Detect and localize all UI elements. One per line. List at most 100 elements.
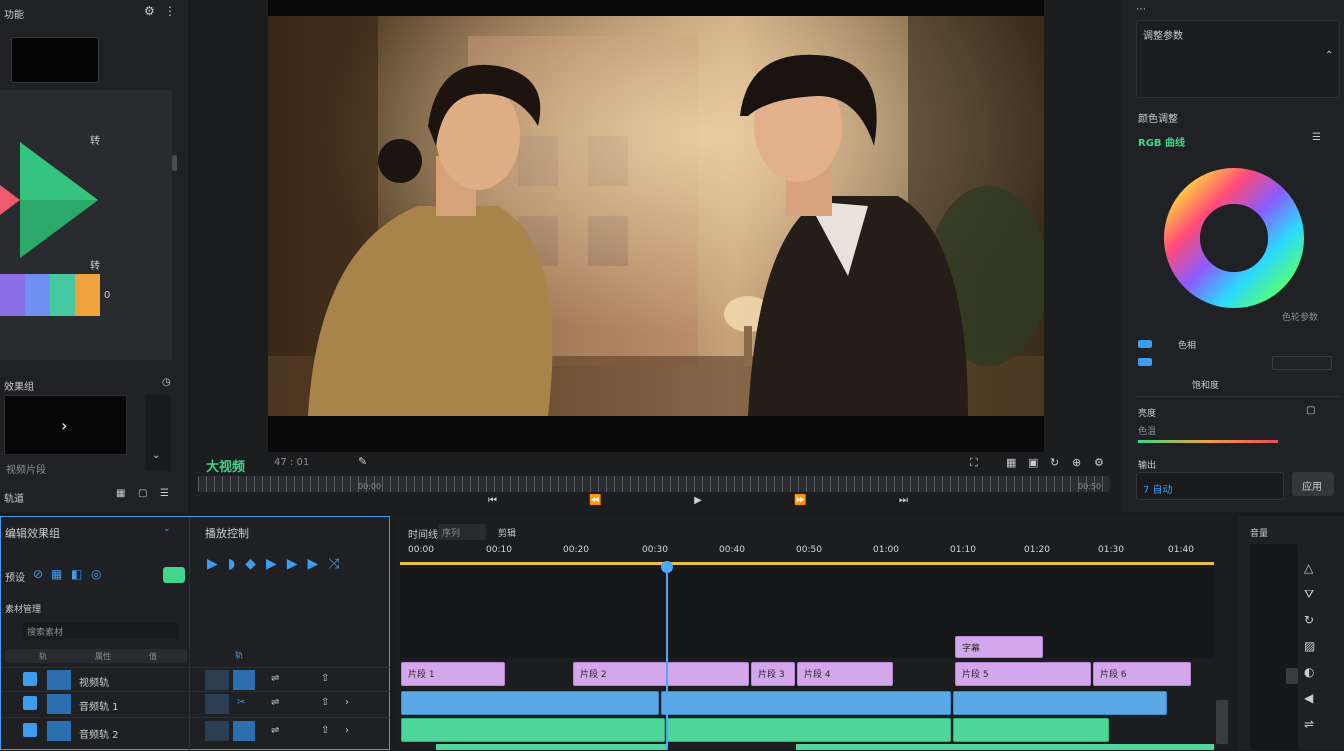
audio-clip[interactable] <box>661 691 951 715</box>
speaker-icon[interactable]: ◀ <box>1304 692 1313 704</box>
video-clip[interactable]: 片段 1 <box>401 662 505 686</box>
menu-icon[interactable]: ☰ <box>160 489 169 499</box>
pin-icon[interactable]: ⇧ <box>321 726 329 736</box>
play-icon[interactable]: ▶ <box>694 496 702 512</box>
settings-icon[interactable]: ⚙ <box>1094 457 1104 468</box>
audio-clip[interactable] <box>953 691 1167 715</box>
triangle-icon[interactable]: △ <box>1304 562 1313 574</box>
dropdown-icon[interactable]: ⌄ <box>163 525 171 534</box>
search-field[interactable]: 搜索素材 <box>23 623 179 639</box>
palette-swatch[interactable] <box>75 274 100 316</box>
timeline-scrollbar[interactable] <box>1216 700 1228 744</box>
link-icon[interactable]: ⇌ <box>1304 718 1314 730</box>
more-icon[interactable]: ⋯ <box>1136 5 1146 15</box>
param-box[interactable]: 调整参数 ⌃ <box>1136 20 1340 98</box>
skip-forward-icon[interactable]: ⏭ <box>899 496 908 512</box>
audio-clip[interactable] <box>401 691 659 715</box>
palette-swatch[interactable] <box>50 274 75 316</box>
apply-button[interactable]: 应用 <box>1292 472 1334 496</box>
value-box[interactable] <box>1272 356 1332 370</box>
loop-icon[interactable]: ↻ <box>1050 457 1059 468</box>
color-palette[interactable] <box>0 274 100 316</box>
shape-icon[interactable]: ◧ <box>71 568 82 580</box>
zoom-icon[interactable]: ⊕ <box>1072 457 1081 468</box>
play-icon[interactable]: ▶ <box>207 557 218 575</box>
grid-icon[interactable]: ▦ <box>51 568 62 580</box>
sequence-tab-box[interactable]: 序列 <box>438 524 486 540</box>
music-clip-lower[interactable] <box>436 744 666 750</box>
shuffle-icon[interactable]: ⤨ <box>328 557 339 575</box>
music-clip[interactable] <box>401 718 665 742</box>
timecode[interactable]: 47 : 01 <box>274 457 309 468</box>
green-toggle[interactable] <box>163 567 185 583</box>
volume-slider-knob[interactable] <box>1286 668 1298 684</box>
cut-icon[interactable]: ✂ <box>237 698 245 708</box>
video-clip[interactable]: 片段 3 <box>751 662 795 686</box>
track-row[interactable]: 音频轨 2 ⇌ ⇧ › <box>1 717 391 745</box>
fullscreen-icon[interactable]: ⛶ <box>970 457 978 468</box>
color-wheel[interactable] <box>1162 166 1306 310</box>
playhead-handle[interactable] <box>661 561 673 573</box>
circle-icon[interactable]: ◎ <box>91 568 101 580</box>
pin-icon[interactable]: ⇧ <box>321 698 329 708</box>
temp-slider[interactable] <box>1138 440 1278 443</box>
chevron-right-icon[interactable]: › <box>345 698 349 708</box>
clip-tab[interactable]: 剪辑 <box>498 526 516 539</box>
crop-icon[interactable]: ▣ <box>1028 457 1038 468</box>
grid-view-icon[interactable]: ▦ <box>1006 457 1016 468</box>
clock-icon[interactable]: ◷ <box>162 378 171 388</box>
lock-icon[interactable]: ▢ <box>138 489 147 499</box>
blue-toggle[interactable] <box>1138 340 1152 348</box>
title-clip[interactable]: 字幕 <box>955 636 1043 658</box>
link-icon[interactable]: ⊘ <box>33 568 43 580</box>
scrub-bar[interactable] <box>198 476 1110 492</box>
track-thumb <box>205 721 229 741</box>
music-clip[interactable] <box>953 718 1109 742</box>
timeline-ruler[interactable] <box>400 562 1214 565</box>
pin-icon[interactable]: ⇧ <box>321 674 329 684</box>
forward-icon[interactable]: ⏩ <box>794 496 806 512</box>
jump-icon[interactable]: ◆ <box>245 557 256 575</box>
image-icon[interactable]: ▨ <box>1304 640 1315 652</box>
chevron-right-icon[interactable]: › <box>345 726 349 736</box>
video-clip[interactable]: 片段 4 <box>797 662 893 686</box>
lock-icon[interactable]: ▢ <box>1306 406 1315 416</box>
settings-icon[interactable]: ⚙ <box>144 5 155 17</box>
menu-icon[interactable]: ☰ <box>1312 133 1321 143</box>
output-field[interactable]: 7 自动 <box>1136 472 1284 500</box>
palette-swatch[interactable] <box>25 274 50 316</box>
video-clip[interactable]: 片段 5 <box>955 662 1091 686</box>
clip-preview[interactable]: › <box>4 395 127 455</box>
step-icon[interactable]: ◗ <box>228 557 235 575</box>
timeline-tab[interactable]: 时间线 <box>408 526 438 541</box>
side-slot[interactable]: ⌄ <box>145 395 171 471</box>
grid-icon[interactable]: ▦ <box>116 489 125 499</box>
play-icon[interactable]: ▶ <box>287 557 298 575</box>
track-row[interactable]: 音频轨 1 ✂ ⇌ ⇧ › <box>1 691 391 717</box>
music-clip[interactable] <box>667 718 951 742</box>
filter-icon[interactable]: ⛛ <box>1304 588 1314 600</box>
forward-icon[interactable]: ▶ <box>308 557 319 575</box>
volume-meter[interactable] <box>1250 544 1298 750</box>
link-icon[interactable]: ⇌ <box>271 726 279 736</box>
link-icon[interactable]: ⇌ <box>271 674 279 684</box>
more-icon[interactable]: ⋮ <box>164 5 176 17</box>
skip-back-icon[interactable]: ⏮ <box>488 496 497 512</box>
hue-indicator[interactable] <box>1138 358 1152 366</box>
video-viewer[interactable] <box>268 0 1044 452</box>
video-clip[interactable]: 片段 2 <box>573 662 749 686</box>
rewind-icon[interactable]: ⏪ <box>589 496 601 512</box>
play-icon[interactable]: ▶ <box>266 557 277 575</box>
expand-icon[interactable]: ⌃ <box>1325 51 1333 61</box>
edit-icon[interactable]: ✎ <box>358 456 367 467</box>
scrollbar[interactable] <box>172 155 177 171</box>
playhead[interactable] <box>666 562 668 750</box>
link-icon[interactable]: ⇌ <box>271 698 279 708</box>
music-clip-lower[interactable] <box>796 744 1214 750</box>
media-thumbnail[interactable] <box>11 37 99 83</box>
track-row[interactable]: 视频轨 ⇌ ⇧ <box>1 667 391 691</box>
refresh-icon[interactable]: ↻ <box>1304 614 1314 626</box>
video-clip[interactable]: 片段 6 <box>1093 662 1191 686</box>
mask-icon[interactable]: ◐ <box>1304 666 1314 678</box>
palette-swatch[interactable] <box>0 274 25 316</box>
